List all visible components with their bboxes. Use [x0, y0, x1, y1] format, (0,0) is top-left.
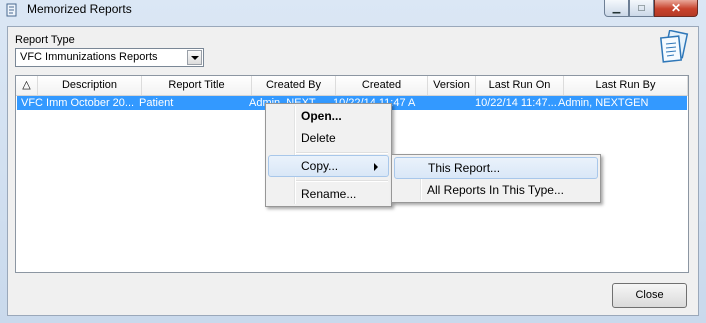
title-bar[interactable]: Memorized Reports ▁ □ ✕ [0, 0, 706, 20]
cell-report-title: Patient [139, 97, 174, 109]
memorized-reports-window: Memorized Reports ▁ □ ✕ Report Type VFC … [0, 0, 706, 323]
report-type-label: Report Type [15, 34, 75, 46]
window-title: Memorized Reports [27, 2, 132, 16]
sort-column-header[interactable]: △ [16, 76, 38, 95]
column-header-created[interactable]: Created [336, 76, 428, 95]
maximize-icon: □ [638, 2, 645, 14]
submenu-arrow-icon [374, 163, 378, 171]
cell-last-run-on: 10/22/14 11:47... [475, 97, 557, 109]
cell-last-run-by: Admin, NEXTGEN [558, 97, 649, 109]
copy-submenu: This Report... All Reports In This Type.… [391, 154, 601, 203]
sort-ascending-icon: △ [22, 79, 31, 91]
menu-separator [296, 152, 388, 154]
cell-description: VFC Imm October 20... [21, 97, 135, 109]
menu-separator [296, 180, 388, 182]
report-type-value: VFC Immunizations Reports [20, 51, 158, 63]
column-header-version[interactable]: Version [428, 76, 476, 95]
column-header-last-run-on[interactable]: Last Run On [476, 76, 564, 95]
column-header-last-run-by[interactable]: Last Run By [564, 76, 688, 95]
close-window-button[interactable]: ✕ [654, 0, 698, 17]
maximize-button[interactable]: □ [629, 0, 654, 17]
cell-version [429, 96, 473, 110]
memorized-report-icon [659, 30, 689, 63]
column-header-created-by[interactable]: Created By [252, 76, 336, 95]
menu-item-open[interactable]: Open... [268, 105, 389, 127]
minimize-button[interactable]: ▁ [604, 0, 629, 17]
menu-item-label: All Reports In This Type... [427, 183, 564, 197]
chevron-down-icon[interactable] [187, 50, 202, 65]
report-app-icon [6, 3, 17, 17]
close-icon: ✕ [670, 1, 682, 15]
column-headers: △ Description Report Title Created By Cr… [16, 76, 688, 96]
column-header-description[interactable]: Description [38, 76, 142, 95]
menu-item-this-report[interactable]: This Report... [394, 157, 598, 179]
menu-item-label: Open... [301, 109, 342, 123]
menu-item-copy[interactable]: Copy... [268, 155, 389, 177]
close-button[interactable]: Close [612, 283, 687, 308]
report-type-dropdown[interactable]: VFC Immunizations Reports [15, 48, 204, 67]
column-header-report-title[interactable]: Report Title [142, 76, 252, 95]
menu-item-label: Rename... [301, 187, 357, 201]
menu-item-rename[interactable]: Rename... [268, 183, 389, 205]
menu-item-label: Delete [301, 131, 336, 145]
menu-item-label: Copy... [301, 159, 339, 173]
menu-item-label: This Report... [428, 161, 501, 175]
row-context-menu: Open... Delete Copy... Rename... [265, 103, 392, 207]
minimize-icon: ▁ [612, 2, 621, 14]
menu-item-all-reports-in-type[interactable]: All Reports In This Type... [394, 179, 598, 201]
menu-item-delete[interactable]: Delete [268, 127, 389, 149]
